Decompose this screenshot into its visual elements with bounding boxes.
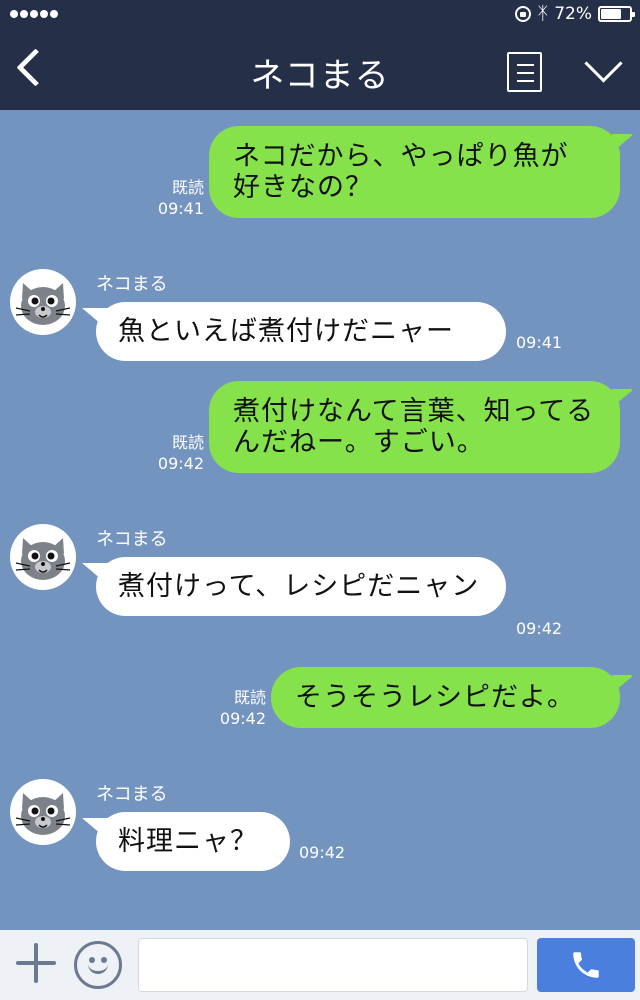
cat-avatar-icon[interactable] — [10, 524, 76, 590]
outgoing-message-bubble[interactable]: そうそうレシピだよ。 — [271, 667, 620, 728]
signal-strength-icon — [10, 10, 58, 18]
read-receipt: 既読 09:42 — [212, 687, 266, 729]
input-bar — [0, 930, 640, 1000]
list-menu-icon[interactable] — [507, 52, 542, 92]
status-bar: ᛡ 72% — [0, 0, 640, 30]
sender-name: ネコまる — [96, 529, 168, 550]
incoming-message-bubble[interactable]: 料理ニャ？ — [96, 812, 290, 871]
chat-title: ネコまる — [250, 56, 390, 96]
top-bar: ᛡ 72% ネコまる — [0, 0, 640, 110]
battery-percent: 72% — [554, 4, 592, 24]
incoming-message-bubble[interactable]: 煮付けって、レシピだニャン — [96, 557, 506, 616]
sender-name: ネコまる — [96, 274, 168, 295]
message-time: 09:42 — [219, 709, 266, 728]
outgoing-message-bubble[interactable]: 煮付けなんて言葉、知ってるんだねー。すごい。 — [209, 381, 620, 473]
phone-icon — [573, 952, 599, 978]
cat-avatar-icon[interactable] — [10, 779, 76, 845]
read-label: 既読 — [171, 433, 204, 452]
back-button[interactable] — [12, 48, 48, 92]
smiley-icon[interactable] — [74, 941, 122, 989]
message-time: 09:41 — [516, 333, 563, 352]
read-label: 既読 — [171, 178, 204, 197]
chat-area[interactable]: 既読 09:41 ネコだから、やっぱり魚が好きなの？ ネコまる 魚といえば煮付け… — [0, 110, 640, 930]
message-time: 09:42 — [299, 843, 346, 862]
orientation-lock-icon — [515, 6, 532, 22]
status-indicators: ᛡ 72% — [515, 3, 635, 24]
bluetooth-icon: ᛡ — [537, 3, 549, 24]
plus-icon[interactable] — [16, 943, 56, 983]
call-button[interactable] — [537, 938, 635, 992]
chevron-down-icon[interactable] — [580, 56, 622, 86]
sender-name: ネコまる — [96, 784, 168, 805]
message-input[interactable] — [138, 938, 528, 992]
cat-avatar-icon[interactable] — [10, 269, 76, 335]
battery-level — [601, 9, 622, 19]
outgoing-message-bubble[interactable]: ネコだから、やっぱり魚が好きなの？ — [209, 126, 620, 218]
incoming-message-bubble[interactable]: 魚といえば煮付けだニャー — [96, 302, 506, 361]
read-receipt: 既読 09:41 — [150, 177, 204, 219]
read-receipt: 既読 09:42 — [150, 432, 204, 474]
message-time: 09:41 — [157, 199, 204, 218]
message-time: 09:42 — [516, 619, 563, 638]
message-time: 09:42 — [157, 454, 204, 473]
battery-icon — [598, 6, 635, 22]
read-label: 既読 — [233, 688, 266, 707]
